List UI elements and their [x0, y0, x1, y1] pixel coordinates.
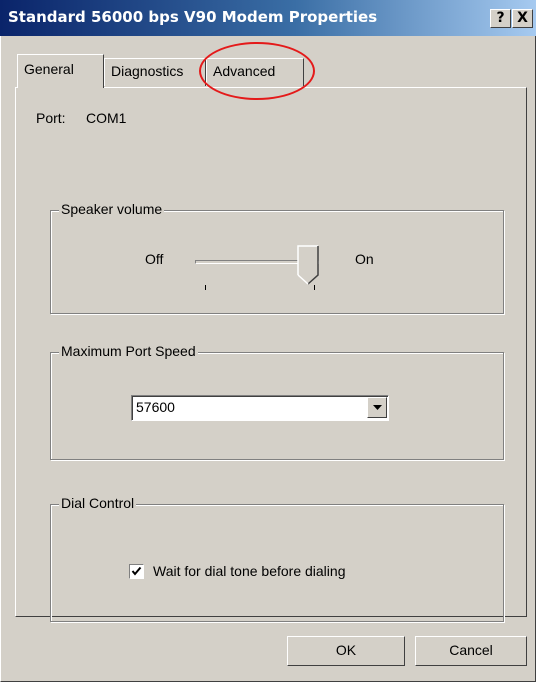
port-speed-select[interactable]: 57600 [131, 395, 389, 421]
tab-diagnostics[interactable]: Diagnostics [104, 58, 206, 86]
volume-on-label: On [355, 251, 374, 267]
tab-general-label: General [24, 61, 74, 77]
ok-button[interactable]: OK [287, 636, 405, 666]
tab-general[interactable]: General [17, 54, 104, 88]
volume-tick-max [314, 285, 315, 290]
help-button[interactable]: ? [490, 9, 511, 28]
wait-dial-tone-label[interactable]: Wait for dial tone before dialing [153, 563, 345, 579]
port-speed-value: 57600 [136, 399, 175, 415]
port-speed-dropdown-button[interactable] [367, 397, 387, 418]
volume-slider-thumb[interactable] [297, 245, 319, 285]
volume-off-label: Off [145, 251, 164, 267]
port-label: Port: [36, 110, 66, 126]
title-bar[interactable]: Standard 56000 bps V90 Modem Properties … [0, 0, 536, 36]
wait-dial-tone-checkbox[interactable] [129, 564, 144, 579]
volume-tick-min [205, 285, 206, 290]
tab-diagnostics-label: Diagnostics [111, 63, 184, 79]
port-value: COM1 [86, 110, 127, 126]
modem-properties-window: Standard 56000 bps V90 Modem Properties … [0, 0, 536, 682]
cancel-button[interactable]: Cancel [415, 636, 527, 666]
cancel-button-label: Cancel [449, 642, 493, 658]
port-row: Port: COM1 [36, 110, 126, 126]
dial-control-title: Dial Control [59, 495, 137, 511]
checkmark-icon [131, 566, 142, 576]
tab-advanced-label: Advanced [213, 63, 276, 79]
general-tab-panel: Port: COM1 Speaker volume Off On Maximum … [15, 87, 527, 622]
ok-button-label: OK [335, 642, 357, 658]
window-title: Standard 56000 bps V90 Modem Properties [8, 8, 378, 26]
tab-advanced[interactable]: Advanced [206, 58, 304, 86]
speaker-volume-group: Speaker volume Off On [50, 201, 504, 314]
max-port-speed-group: Maximum Port Speed 57600 [50, 343, 504, 460]
max-port-speed-title: Maximum Port Speed [59, 343, 198, 359]
speaker-volume-title: Speaker volume [59, 201, 165, 217]
close-button[interactable]: X [512, 9, 533, 28]
dialog-body: General Diagnostics Advanced Port: COM1 S… [0, 36, 536, 682]
dial-control-group: Dial Control Wait for dial tone before d… [50, 495, 504, 622]
help-icon: ? [496, 10, 505, 26]
chevron-down-icon [373, 405, 382, 410]
close-icon: X [517, 10, 528, 26]
